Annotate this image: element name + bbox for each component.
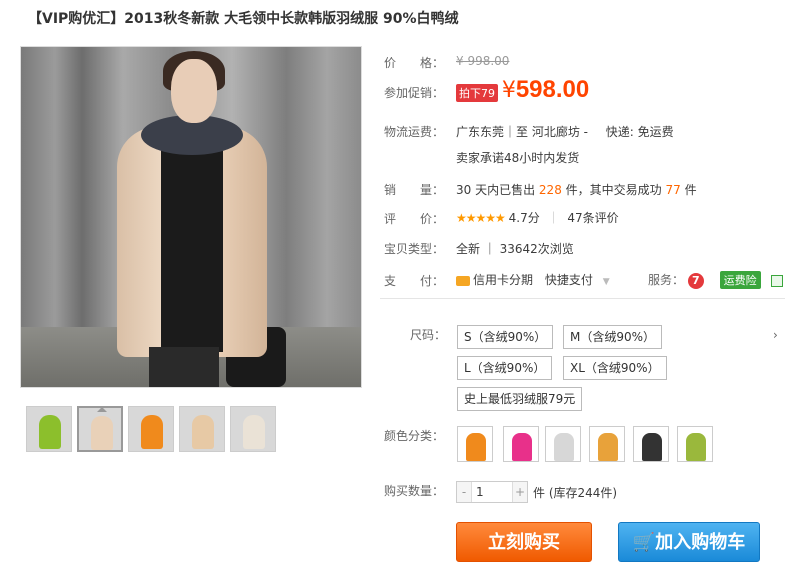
credit-card-icon [456, 275, 470, 286]
sales-text-post: 件 [684, 183, 697, 197]
quantity-input[interactable]: 1 [471, 482, 513, 502]
image-head [171, 59, 217, 123]
thumbnail-1[interactable] [26, 406, 72, 452]
rating-sep: ｜ [547, 211, 560, 225]
quick-pay: 快捷支付 [544, 273, 593, 287]
payment-label: 支 付： [384, 274, 445, 288]
stock-info: 件 (库存244件) [533, 486, 618, 500]
quantity-plus-button[interactable]: + [513, 482, 527, 502]
shipping-route[interactable]: 广东东莞｜至 河北廊坊 - 快递: 免运费 [456, 123, 674, 140]
size-option-xl[interactable]: XL（含绒90%） [563, 356, 667, 380]
section-divider [380, 298, 785, 299]
payment-options[interactable]: 信用卡分期 快捷支付 ▼ [456, 271, 610, 288]
size-option-l[interactable]: L（含绒90%） [457, 356, 553, 380]
shipping-label: 物流运费： [384, 125, 445, 139]
color-option-camel[interactable] [589, 426, 625, 462]
color-option-pink[interactable] [503, 426, 539, 462]
thumbnail-5[interactable] [230, 406, 276, 452]
main-product-image[interactable] [20, 46, 362, 388]
service-label: 服务： [648, 273, 685, 287]
size-option-m[interactable]: M（含绒90%） [563, 325, 663, 349]
buy-now-button[interactable]: 立刻购买 [456, 522, 592, 562]
sales-info: 30 天内已售出 228 件，其中交易成功 77 件 [456, 181, 697, 198]
quantity-stepper: - 1 + [456, 481, 528, 503]
original-price: ¥ 998.00 [456, 54, 510, 68]
add-to-cart-label: 加入购物车 [655, 532, 746, 553]
type-value: 全新 ｜ 33642次浏览 [456, 242, 574, 256]
image-inner-dress [161, 142, 223, 352]
credit-installment: 信用卡分期 [473, 273, 534, 287]
service-badges: 服务： 7 运费险 [648, 271, 783, 289]
rating-reviews-link[interactable]: 47条评价 [567, 211, 618, 225]
seven-day-return-icon[interactable]: 7 [687, 272, 704, 289]
promo-label: 参加促销： [384, 86, 445, 100]
extra-service-icon[interactable] [770, 274, 783, 287]
chevron-down-icon[interactable]: ▼ [603, 277, 610, 287]
color-option-orange[interactable] [457, 426, 493, 462]
sales-text-mid: 件，其中交易成功 [565, 183, 662, 197]
image-legs [149, 347, 219, 387]
color-option-green[interactable] [677, 426, 713, 462]
shipping-fee: 快递: 免运费 [605, 125, 674, 139]
cart-icon: 🛒 [632, 532, 656, 553]
size-label: 尺码： [410, 328, 447, 342]
sales-text-pre: 30 天内已售出 [456, 183, 536, 197]
sales-success-count: 77 [665, 183, 681, 197]
rating-stars-icon: ★★★★★ [456, 211, 506, 225]
sales-label: 销 量： [384, 183, 445, 197]
sales-sold-count: 228 [538, 183, 562, 197]
color-option-white[interactable] [545, 426, 581, 462]
shipping-note: 卖家承诺48小时内发货 [456, 151, 580, 165]
thumbnail-list [26, 406, 281, 452]
product-title: 【VIP购优汇】2013秋冬新款 大毛领中长款韩版羽绒服 90%白鸭绒 [28, 11, 459, 27]
thumbnail-3[interactable] [128, 406, 174, 452]
promo-price: 598.00 [515, 76, 590, 103]
shipping-route-text: 广东东莞｜至 河北廊坊 - [456, 125, 588, 139]
color-option-black[interactable] [633, 426, 669, 462]
size-more-icon[interactable]: › [773, 328, 778, 342]
promo-tag: 拍下79 [456, 84, 498, 102]
color-label: 颜色分类： [384, 429, 445, 443]
price-label: 价 格： [384, 56, 445, 70]
rating-score: 4.7分 [508, 211, 540, 225]
add-to-cart-button[interactable]: 🛒加入购物车 [618, 522, 760, 562]
size-option-special[interactable]: 史上最低羽绒服79元 [457, 387, 583, 411]
thumbnail-2[interactable] [77, 406, 123, 452]
rating-label: 评 价： [384, 212, 445, 226]
currency-symbol: ¥ [501, 78, 516, 103]
type-label: 宝贝类型： [384, 242, 445, 256]
quantity-minus-button[interactable]: - [457, 482, 471, 502]
quantity-label: 购买数量： [384, 484, 445, 498]
shipping-insurance-badge[interactable]: 运费险 [719, 271, 761, 289]
thumbnail-4[interactable] [179, 406, 225, 452]
size-option-s[interactable]: S（含绒90%） [457, 325, 554, 349]
rating-info: ★★★★★ 4.7分 ｜ 47条评价 [456, 209, 619, 226]
promo-price-row: 拍下79 ¥598.00 [456, 76, 589, 104]
